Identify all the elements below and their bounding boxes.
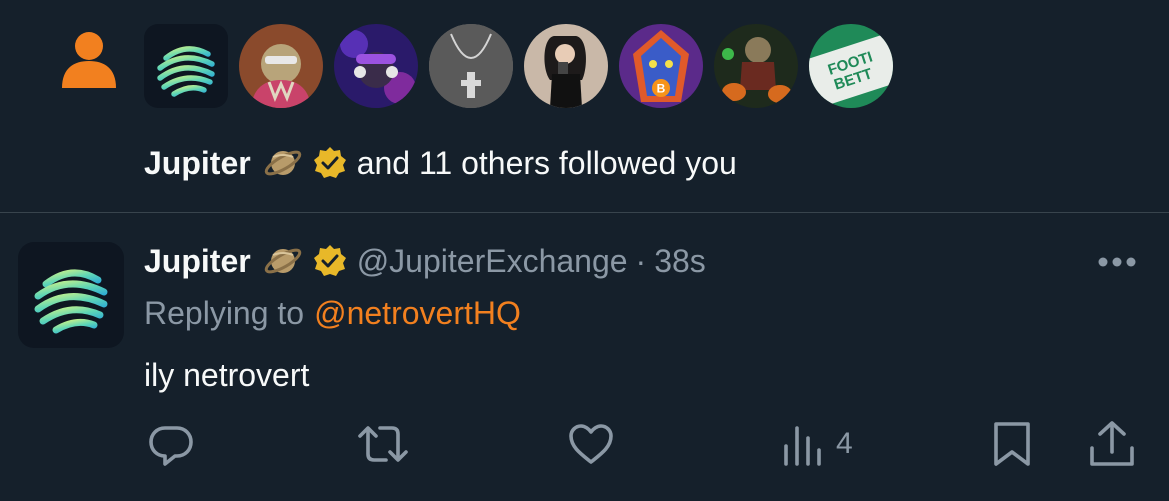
replying-to: Replying to @netrovertHQ bbox=[144, 290, 521, 336]
follow-message-text: and 11 others followed you bbox=[356, 144, 737, 181]
like-icon bbox=[567, 420, 615, 468]
retweet-button[interactable] bbox=[356, 418, 410, 470]
tweet-handle[interactable]: @JupiterExchange bbox=[357, 243, 628, 280]
ape-avatar[interactable] bbox=[239, 24, 323, 108]
verified-badge-icon bbox=[313, 244, 347, 278]
divider bbox=[0, 212, 1169, 213]
tweet-timestamp[interactable]: 38s bbox=[654, 243, 706, 280]
tweet-author-avatar[interactable] bbox=[18, 242, 124, 348]
follower-avatars: B FOOTI BETT bbox=[144, 24, 893, 110]
share-icon bbox=[1088, 420, 1136, 468]
tweet-text: ily netrovert bbox=[144, 356, 310, 393]
follow-message: Jupiter and 11 others followed you bbox=[144, 138, 737, 188]
reply-icon bbox=[147, 420, 195, 468]
share-button[interactable] bbox=[1088, 418, 1136, 470]
bookmark-button[interactable] bbox=[988, 418, 1036, 470]
football-avatar[interactable]: FOOTI BETT bbox=[809, 24, 893, 108]
retweet-icon bbox=[356, 420, 410, 468]
views-button[interactable]: 4 bbox=[780, 418, 853, 470]
separator-dot: · bbox=[635, 242, 647, 279]
tweet-display-name[interactable]: Jupiter bbox=[144, 243, 251, 280]
verified-badge-icon bbox=[313, 146, 347, 180]
replying-to-label: Replying to bbox=[144, 294, 305, 331]
replying-to-handle[interactable]: @netrovertHQ bbox=[314, 295, 521, 332]
reply-button[interactable] bbox=[147, 418, 195, 470]
svg-text:B: B bbox=[657, 82, 666, 96]
tweet-header: Jupiter @JupiterExchange · 38s bbox=[144, 236, 706, 286]
more-options-icon[interactable] bbox=[1094, 248, 1140, 276]
bitcoin-mask-avatar[interactable]: B bbox=[619, 24, 703, 108]
views-icon bbox=[780, 420, 828, 468]
notification-screen: B FOOTI BETT Jupiter and 11 others follo… bbox=[0, 0, 1169, 501]
person-icon bbox=[58, 28, 120, 90]
follower-name[interactable]: Jupiter bbox=[144, 145, 251, 182]
dj-ape-avatar[interactable] bbox=[334, 24, 418, 108]
girl-avatar[interactable] bbox=[524, 24, 608, 108]
like-button[interactable] bbox=[567, 418, 615, 470]
saturn-icon bbox=[263, 241, 303, 281]
jupiter-logo-avatar[interactable] bbox=[144, 24, 228, 108]
necklace-avatar[interactable] bbox=[429, 24, 513, 108]
saturn-icon bbox=[263, 143, 303, 183]
pumpkin-avatar[interactable] bbox=[714, 24, 798, 108]
bookmark-icon bbox=[988, 420, 1036, 468]
views-count: 4 bbox=[836, 427, 853, 460]
